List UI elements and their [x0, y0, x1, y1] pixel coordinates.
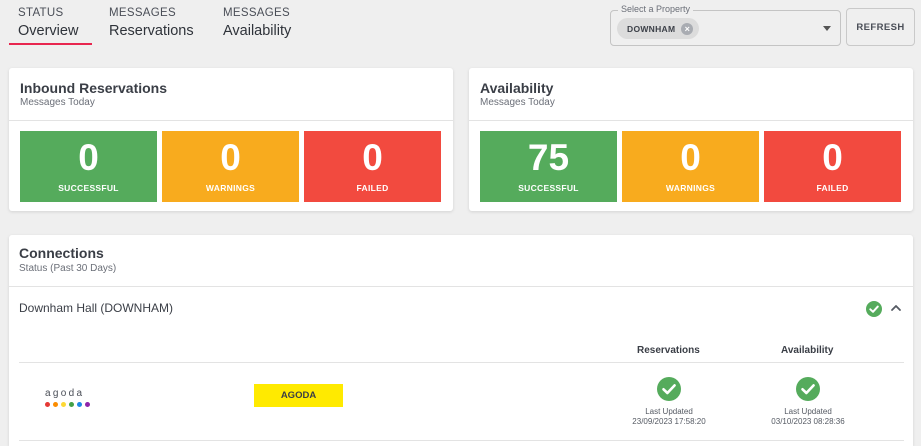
tile-label: WARNINGS	[665, 183, 716, 193]
tab-messages-availability[interactable]: MESSAGES Availability	[223, 7, 291, 40]
tab-label: Availability	[223, 23, 292, 39]
table-header-divider	[19, 362, 904, 363]
card-title: Availability	[480, 80, 554, 96]
inbound-reservations-card: Inbound Reservations Messages Today 0 SU…	[9, 68, 453, 211]
logo-dot	[53, 402, 58, 407]
last-updated-label: Last Updated	[645, 407, 693, 416]
tile-value: 75	[527, 137, 570, 178]
tile-label: WARNINGS	[205, 183, 256, 193]
tile-value: 0	[680, 137, 701, 178]
tile-value: 0	[822, 137, 843, 178]
channel-badge: AGODA	[254, 384, 343, 407]
stat-tiles: 75 SUCCESSFUL 0 WARNINGS 0 FAILED	[480, 131, 901, 202]
last-updated-timestamp: 23/09/2023 17:58:20	[632, 417, 706, 426]
tile-value: 0	[220, 137, 241, 178]
logo-dot	[45, 402, 50, 407]
availability-card: Availability Messages Today 75 SUCCESSFU…	[469, 68, 913, 211]
card-title: Inbound Reservations	[20, 80, 168, 96]
card-divider	[469, 120, 913, 121]
property-chip: DOWNHAM ×	[617, 18, 700, 39]
warnings-tile: 0 WARNINGS	[162, 131, 299, 202]
logo-dot	[85, 402, 90, 407]
check-circle-icon	[866, 301, 882, 317]
tile-label: SUCCESSFUL	[58, 183, 119, 193]
logo-wordmark: agoda	[45, 388, 85, 399]
reservations-status-cell: Last Updated 23/09/2023 17:58:20	[614, 377, 724, 427]
active-tab-indicator	[9, 43, 92, 45]
failed-tile: 0 FAILED	[764, 131, 901, 202]
tile-value: 0	[78, 137, 99, 178]
tab-kicker: MESSAGES	[109, 7, 176, 19]
tile-label: FAILED	[356, 183, 389, 193]
successful-tile: 75 SUCCESSFUL	[480, 131, 617, 202]
logo-dot	[69, 402, 74, 407]
tab-label: Reservations	[109, 23, 194, 39]
last-updated-label: Last Updated	[784, 407, 832, 416]
card-divider	[9, 286, 913, 287]
tab-status-overview[interactable]: STATUS Overview	[18, 7, 78, 40]
card-subtitle: Messages Today	[480, 97, 555, 108]
chevron-up-icon[interactable]	[890, 303, 902, 313]
last-updated-timestamp: 03/10/2023 08:28:36	[771, 417, 845, 426]
property-select[interactable]: Select a Property DOWNHAM ×	[610, 4, 841, 46]
tab-kicker: STATUS	[18, 7, 64, 19]
tile-value: 0	[362, 137, 383, 178]
check-circle-icon	[796, 377, 820, 401]
tab-messages-reservations[interactable]: MESSAGES Reservations	[109, 7, 194, 40]
card-title: Connections	[19, 245, 104, 261]
successful-tile: 0 SUCCESSFUL	[20, 131, 157, 202]
column-header-availability: Availability	[781, 345, 834, 356]
property-row-title[interactable]: Downham Hall (DOWNHAM)	[19, 301, 173, 315]
tile-label: SUCCESSFUL	[518, 183, 579, 193]
caret-down-icon[interactable]	[823, 26, 831, 31]
card-subtitle: Messages Today	[20, 97, 95, 108]
agoda-logo: agoda	[45, 388, 90, 407]
property-chip-label: DOWNHAM	[627, 23, 676, 34]
tab-kicker: MESSAGES	[223, 7, 290, 19]
warnings-tile: 0 WARNINGS	[622, 131, 759, 202]
refresh-button[interactable]: REFRESH	[846, 8, 915, 46]
logo-dot	[61, 402, 66, 407]
tab-label: Overview	[18, 23, 79, 39]
connections-card: Connections Status (Past 30 Days) Downha…	[9, 235, 913, 446]
property-select-legend: Select a Property	[618, 4, 694, 15]
tile-label: FAILED	[816, 183, 849, 193]
card-subtitle: Status (Past 30 Days)	[19, 263, 117, 274]
check-circle-icon	[657, 377, 681, 401]
row-divider	[19, 440, 904, 441]
close-icon[interactable]: ×	[681, 22, 694, 35]
logo-dots	[45, 402, 90, 407]
column-header-reservations: Reservations	[637, 345, 700, 356]
availability-status-cell: Last Updated 03/10/2023 08:28:36	[753, 377, 863, 427]
failed-tile: 0 FAILED	[304, 131, 441, 202]
logo-dot	[77, 402, 82, 407]
stat-tiles: 0 SUCCESSFUL 0 WARNINGS 0 FAILED	[20, 131, 441, 202]
card-divider	[9, 120, 453, 121]
